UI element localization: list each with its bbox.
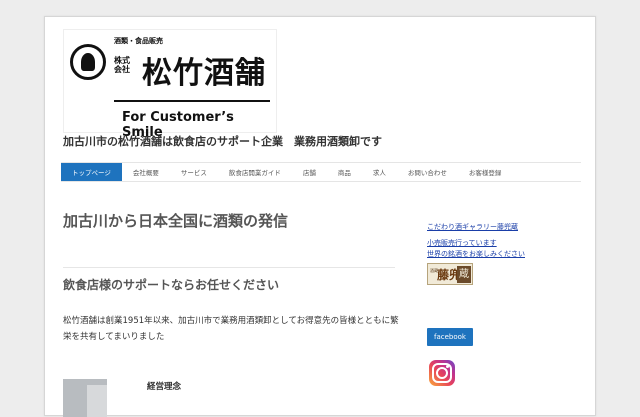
logo-divider [114, 100, 270, 102]
divider [63, 267, 395, 268]
sidebar-link-world-sake[interactable]: 世界の銘酒をお楽しみください [427, 249, 525, 259]
instagram-dot [446, 365, 449, 368]
page-container: 酒類・食品販売 株式会社 松竹酒舗 For Customer’s Smile 加… [44, 16, 596, 417]
logo-category: 酒類・食品販売 [114, 37, 163, 45]
nav-item-service[interactable]: サービス [170, 163, 218, 181]
intro-text: 松竹酒舗は創業1951年以来、加古川市で業務用酒類卸としてお得意先の皆様とともに… [63, 316, 399, 342]
nav-item-opening-guide[interactable]: 飲食店開業ガイド [218, 163, 292, 181]
sake-gallery-logo[interactable]: 酒蔵 藤兜 蔵 [427, 263, 473, 285]
logo-name: 松竹酒舗 [142, 56, 266, 91]
instagram-lens [436, 367, 448, 379]
philosophy-heading: 経営理念 [147, 382, 182, 392]
nav-item-register[interactable]: お客様登録 [458, 163, 513, 181]
facebook-button[interactable]: facebook [427, 328, 473, 346]
section-subtitle: 飲食店様のサポートならお任せください [63, 278, 280, 292]
nav-item-products[interactable]: 商品 [327, 163, 362, 181]
nav-item-contact[interactable]: お問い合わせ [397, 163, 458, 181]
building-photo [63, 379, 107, 417]
logo-company-type: 株式会社 [114, 56, 130, 74]
sidebar-link-retail[interactable]: 小売販売行っています [427, 238, 497, 248]
instagram-icon[interactable] [429, 360, 455, 386]
nav-item-company[interactable]: 会社概要 [122, 163, 170, 181]
sidebar-link-gallery[interactable]: こだわり酒ギャラリー藤兜蔵 [427, 222, 518, 232]
family-crest-icon [70, 44, 106, 80]
site-logo[interactable]: 酒類・食品販売 株式会社 松竹酒舗 For Customer’s Smile [63, 29, 277, 140]
site-tagline: 加古川市の松竹酒舗は飲食店のサポート企業 業務用酒類卸です [63, 135, 382, 148]
page-title: 加古川から日本全国に酒類の発信 [63, 212, 289, 230]
nav-item-recruit[interactable]: 求人 [362, 163, 397, 181]
main-nav: トップページ 会社概要 サービス 飲食店開業ガイド 店舗 商品 求人 お問い合わ… [61, 162, 581, 182]
sake-logo-box-text: 蔵 [457, 266, 471, 283]
nav-item-store[interactable]: 店舗 [292, 163, 327, 181]
nav-item-top[interactable]: トップページ [61, 163, 122, 181]
